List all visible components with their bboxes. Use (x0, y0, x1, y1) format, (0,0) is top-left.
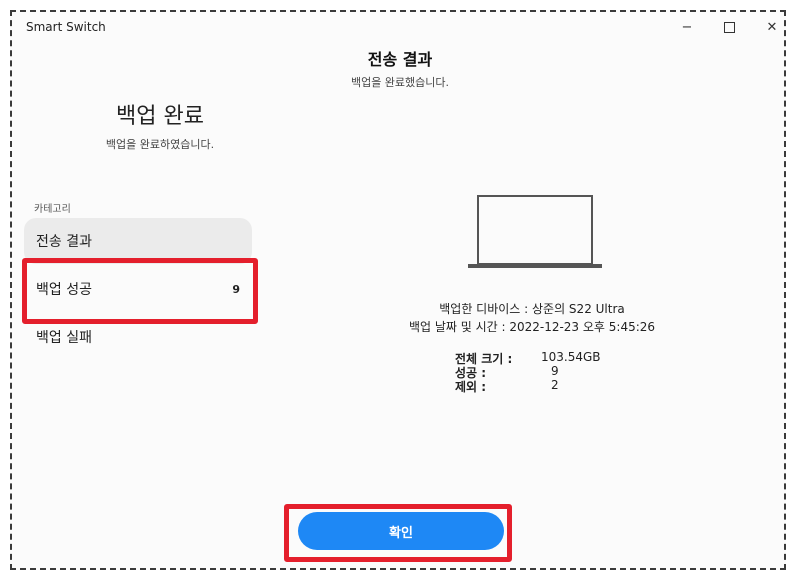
backup-complete-title: 백업 완료 (116, 104, 204, 129)
window-title: Smart Switch (26, 20, 106, 34)
stat-label: 전체 크기 : (455, 352, 513, 366)
close-button[interactable]: ✕ (757, 16, 787, 38)
backup-complete-subtitle: 백업을 완료하였습니다. (105, 138, 215, 151)
maximize-button[interactable] (714, 16, 744, 38)
device-name-line: 백업한 디바이스 : 상준의 S22 Ultra (439, 302, 625, 316)
stat-label: 제외 : (455, 380, 487, 394)
highlight-confirm-button (284, 504, 512, 562)
stat-label: 성공 : (455, 366, 487, 380)
stat-row-total-size: 전체 크기 : 103.54GB (455, 350, 631, 366)
category-item-label: 전송 결과 (36, 234, 92, 250)
page-subtitle: 백업을 완료했습니다. (350, 76, 450, 89)
backup-datetime-line: 백업 날짜 및 시간 : 2022-12-23 오후 5:45:26 (408, 320, 656, 334)
stat-row-excluded: 제외 : 2 (455, 378, 631, 394)
highlight-backup-success (22, 258, 258, 324)
minimize-button[interactable]: − (672, 16, 702, 38)
stat-row-success: 성공 : 9 (455, 364, 631, 380)
page-title: 전송 결과 (367, 50, 433, 69)
maximize-icon (723, 21, 735, 33)
laptop-icon (468, 195, 602, 268)
category-label: 카테고리 (34, 204, 71, 215)
app-window: Smart Switch − ✕ 전송 결과 백업을 완료했습니다. 백업 완료… (10, 10, 786, 570)
backup-stats: 전체 크기 : 103.54GB 성공 : 9 제외 : 2 (455, 350, 631, 394)
stat-value: 9 (551, 364, 559, 378)
stat-value: 2 (551, 378, 559, 392)
category-item-label: 백업 실패 (36, 330, 92, 346)
stat-value: 103.54GB (541, 350, 601, 364)
